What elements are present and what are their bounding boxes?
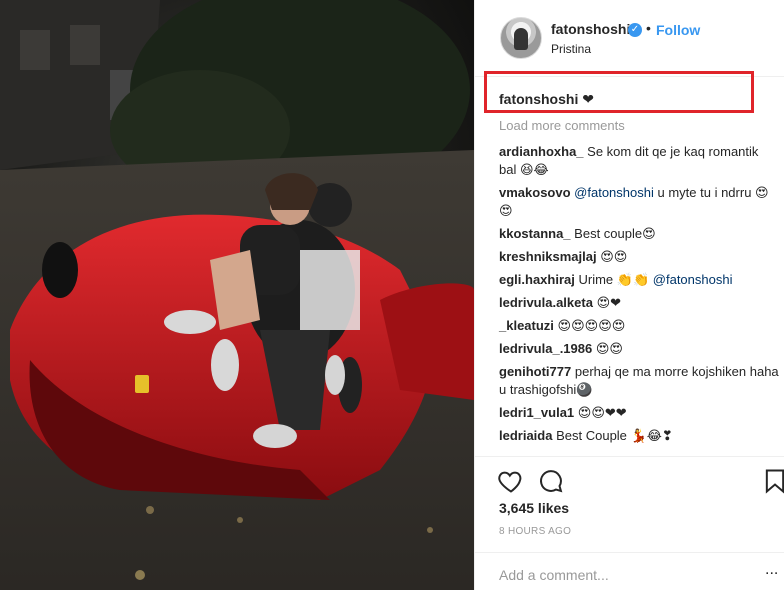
comment-item: kreshniksmajlaj 😍😍 xyxy=(499,248,779,266)
comment-text: 😍😍 xyxy=(595,341,623,356)
add-comment-bar: Add a comment... ... xyxy=(475,552,784,591)
comment-item: kkostanna_ Best couple😍 xyxy=(499,225,779,243)
comment-text: Best couple😍 xyxy=(574,226,656,241)
comment-username[interactable]: egli.haxhiraj xyxy=(499,272,575,287)
comment-icon[interactable] xyxy=(537,467,565,495)
comment-username[interactable]: ledriaida xyxy=(499,428,552,443)
comment-username[interactable]: _kleatuzi xyxy=(499,318,554,333)
comment-username[interactable]: kreshniksmajlaj xyxy=(499,249,597,264)
comment-item: ledrivula_.1986 😍😍 xyxy=(499,340,779,358)
comment-item: _kleatuzi 😍😍😍😍😍 xyxy=(499,317,779,335)
add-comment-input[interactable]: Add a comment... xyxy=(499,567,609,583)
comment-text: 😍😍❤❤ xyxy=(577,405,627,420)
load-more-comments-button[interactable]: Load more comments xyxy=(499,118,625,133)
comment-username[interactable]: ledri1_vula1 xyxy=(499,405,574,420)
comment-username[interactable]: ardianhoxha_ xyxy=(499,144,584,159)
comment-item: egli.haxhiraj Urime 👏👏 @fatonshoshi xyxy=(499,271,779,289)
comment-username[interactable]: ledrivula.alketa xyxy=(499,295,593,310)
comment-item: ledrivula.alketa 😍❤ xyxy=(499,294,779,312)
caption-username[interactable]: fatonshoshi xyxy=(499,91,578,107)
comment-text: 😍😍😍😍😍 xyxy=(557,318,626,333)
heart-icon[interactable] xyxy=(497,467,525,495)
post-side-panel: fatonshoshi ✓ • Follow Pristina fatonsho… xyxy=(474,0,784,590)
comment-text: Best Couple 💃😂❣ xyxy=(556,428,673,443)
comments-list: ardianhoxha_ Se kom dit qe je kaq romant… xyxy=(499,143,779,450)
comment-username[interactable]: ledrivula_.1986 xyxy=(499,341,592,356)
comment-username[interactable]: vmakosovo xyxy=(499,185,571,200)
comment-item: ledri1_vula1 😍😍❤❤ xyxy=(499,404,779,422)
post-timestamp[interactable]: 8 HOURS AGO xyxy=(499,526,571,537)
comment-text: Urime 👏👏 xyxy=(578,272,650,287)
likes-count[interactable]: 3,645 likes xyxy=(499,500,569,516)
more-options-icon[interactable]: ... xyxy=(765,561,778,579)
separator-dot: • xyxy=(646,20,651,36)
comment-item: ardianhoxha_ Se kom dit qe je kaq romant… xyxy=(499,143,779,179)
follow-button[interactable]: Follow xyxy=(656,22,700,38)
verified-badge-icon: ✓ xyxy=(628,23,642,37)
comment-mention[interactable]: @fatonshoshi xyxy=(653,272,733,287)
comment-item: genihoti777 perhaj qe ma morre kojshiken… xyxy=(499,363,779,399)
comment-item: ledriaida Best Couple 💃😂❣ xyxy=(499,427,779,445)
avatar[interactable] xyxy=(500,17,542,59)
location-link[interactable]: Pristina xyxy=(551,42,591,56)
bookmark-icon[interactable] xyxy=(761,467,784,495)
comment-mention[interactable]: @fatonshoshi xyxy=(574,185,654,200)
comment-text: 😍😍 xyxy=(600,249,628,264)
comment-text: 😍❤ xyxy=(596,295,622,310)
comment-username[interactable]: genihoti777 xyxy=(499,364,571,379)
username-link[interactable]: fatonshoshi xyxy=(551,21,630,37)
photo-illustration xyxy=(0,0,474,590)
post-photo[interactable] xyxy=(0,0,474,590)
instagram-post: fatonshoshi ✓ • Follow Pristina fatonsho… xyxy=(0,0,784,590)
comment-username[interactable]: kkostanna_ xyxy=(499,226,571,241)
caption: fatonshoshi ❤ xyxy=(499,91,594,108)
caption-text: ❤ xyxy=(582,91,594,107)
post-header: fatonshoshi ✓ • Follow Pristina xyxy=(475,0,784,77)
comment-item: vmakosovo @fatonshoshi u myte tu i ndrru… xyxy=(499,184,779,220)
